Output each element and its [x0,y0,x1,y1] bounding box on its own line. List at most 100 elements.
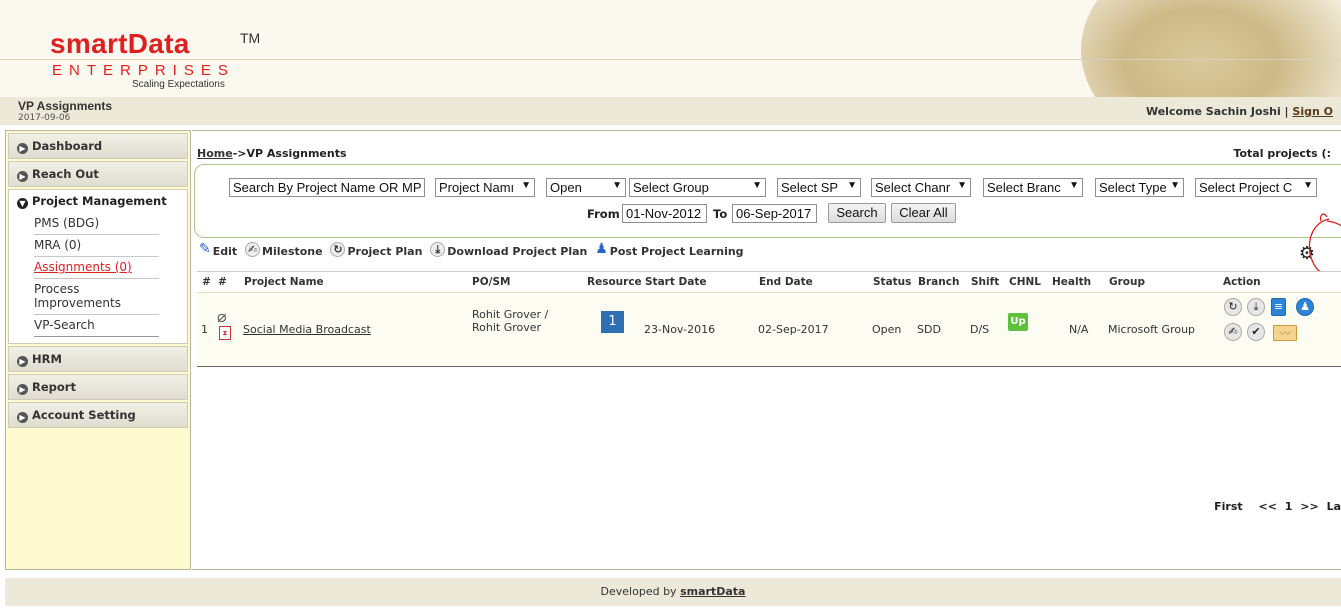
status-select[interactable]: Open ▼ [546,178,626,197]
header-divider [0,59,1341,60]
attachment-icon[interactable]: ⌀ [217,307,227,326]
sidebar-item-dashboard[interactable]: ▶ Dashboard [8,133,188,159]
col-header: Health [1052,276,1092,288]
resource-badge[interactable]: 1 [601,311,624,333]
from-date-input[interactable]: 01-Nov-2012 [622,204,707,223]
dropdown-arrow-icon: ▼ [612,180,622,191]
dropdown-arrow-icon: ▼ [1170,180,1180,191]
table-row: 1 ⌀ ⧗ Social Media Broadcast Rohit Grove… [197,292,1341,366]
from-label: From [587,207,620,221]
people-icon[interactable]: ♟ [1296,298,1314,316]
col-header: Resource [587,276,642,288]
row-index: 1 [201,323,208,336]
col-header: PO/SM [472,276,511,288]
arrow-right-icon: ▶ [17,143,28,154]
sidebar-subitem-assignments[interactable]: Assignments (0) [34,257,159,279]
main-content: Home->VP Assignments Total projects (: S… [192,130,1341,570]
post-learning-tool[interactable]: ♟ Post Project Learning [595,241,743,258]
sidebar-subitem-mra[interactable]: MRA (0) [34,235,159,257]
type-select[interactable]: Select Type ▼ [1095,178,1184,197]
breadcrumb-separator: -> [232,147,247,160]
search-button[interactable]: Search [828,203,886,223]
sidebar-item-project-management[interactable]: ▼ Project Management [17,194,179,209]
globe-graphic [1081,0,1341,97]
sign-out-link[interactable]: Sign O [1292,105,1333,118]
select-value: Select Branc [987,180,1061,195]
channel-select[interactable]: Select Chanr ▼ [871,178,971,197]
select-value: Select Project C [1199,180,1293,195]
health: N/A [1069,323,1089,336]
pager-page[interactable]: 1 [1285,500,1293,513]
dropdown-arrow-icon: ▼ [1069,180,1079,191]
branch-select[interactable]: Select Branc ▼ [983,178,1083,197]
arrow-right-icon: ▶ [17,384,28,395]
sidebar-section-project-management: ▼ Project Management PMS (BDG) MRA (0) As… [8,189,188,344]
arrow-right-icon: ▶ [17,412,28,423]
refresh-icon: ↻ [330,242,346,257]
sidebar-item-account-setting[interactable]: ▶ Account Setting [8,402,188,428]
dropdown-arrow-icon: ▼ [1303,180,1313,191]
chart-icon[interactable]: 〰 [1273,325,1297,341]
shift: D/S [970,323,990,336]
pager-prev[interactable]: << [1259,500,1277,513]
breadcrumb-current: VP Assignments [246,147,347,160]
select-value: Project Namı [439,180,515,195]
download-icon[interactable]: ⤓ [1247,298,1265,316]
search-input[interactable]: Search By Project Name OR MP [229,178,425,197]
sidebar-item-reach-out[interactable]: ▶ Reach Out [8,161,188,187]
table-header: # # Project Name PO/SM Resource Start Da… [197,271,1341,291]
download-plan-tool[interactable]: ⤓ Download Project Plan [430,242,587,258]
sidebar: ▶ Dashboard ▶ Reach Out ▼ Project Managemen… [5,130,191,570]
group: Microsoft Group [1108,323,1196,336]
sidebar-subitem-process-improvements[interactable]: Process Improvements [34,279,159,315]
sidebar-item-report[interactable]: ▶ Report [8,374,188,400]
header: smartData TM ENTERPRISES Scaling Expecta… [0,0,1341,97]
sidebar-subitem-pms[interactable]: PMS (BDG) [34,213,159,235]
project-c-select[interactable]: Select Project C ▼ [1195,178,1317,197]
edit-label: Edit [212,245,238,258]
toolbar: ✎ Edit ✍ Milestone ↻ Project Plan ⤓ Download… [199,241,748,267]
col-header: Branch [918,276,960,288]
check-icon[interactable]: ✔ [1247,323,1265,341]
select-value: Select Group [633,180,709,195]
group-select[interactable]: Select Group ▼ [629,178,766,197]
pager-next[interactable]: >> [1300,500,1318,513]
sidebar-subitem-vp-search[interactable]: VP-Search [34,315,159,337]
sidebar-item-hrm[interactable]: ▶ HRM [8,346,188,372]
col-header: Start Date [645,276,707,288]
sp-select[interactable]: Select SP ▼ [777,178,861,197]
dropdown-arrow-icon: ▼ [957,180,967,191]
refresh-icon[interactable]: ↻ [1224,298,1242,316]
project-name-link[interactable]: Social Media Broadcast [243,323,371,336]
logo-tagline: Scaling Expectations [132,79,225,90]
col-header: Group [1109,276,1146,288]
milestone-icon[interactable]: ✍ [1224,323,1242,341]
milestone-tool[interactable]: ✍ Milestone [245,242,323,258]
footer: Developed by smartData [5,578,1341,606]
dropdown-arrow-icon: ▼ [752,180,762,191]
dropdown-arrow-icon: ▼ [847,180,857,191]
post-learning-label: Post Project Learning [609,245,744,258]
project-plan-tool[interactable]: ↻ Project Plan [330,242,422,258]
project-name-select[interactable]: Project Namı ▼ [435,178,535,197]
edit-tool[interactable]: ✎ Edit [199,241,237,258]
pager-last[interactable]: La [1327,500,1341,513]
logo: smartData TM ENTERPRISES Scaling Expecta… [50,28,260,90]
sidebar-item-label: Account Setting [32,408,136,422]
breadcrumb-home-link[interactable]: Home [197,147,233,160]
footer-link[interactable]: smartData [680,585,745,598]
clear-all-button[interactable]: Clear All [891,203,956,223]
col-header: # [218,276,227,288]
milestone-label: Milestone [262,245,323,258]
breadcrumb: Home->VP Assignments [197,147,347,160]
to-date-input[interactable]: 06-Sep-2017 [732,204,817,223]
download-label: Download Project Plan [447,245,588,258]
arrow-right-icon: ▶ [17,356,28,367]
logo-trademark: TM [240,30,261,46]
pdf-icon[interactable]: ⧗ [219,326,231,340]
pagination: First << 1 >> La [1210,500,1341,513]
document-icon[interactable]: ≡ [1271,298,1286,316]
col-header: CHNL [1009,276,1041,288]
title-bar: VP Assignments 2017-09-06 Welcome Sachin… [0,97,1341,125]
pager-first[interactable]: First [1214,500,1243,513]
